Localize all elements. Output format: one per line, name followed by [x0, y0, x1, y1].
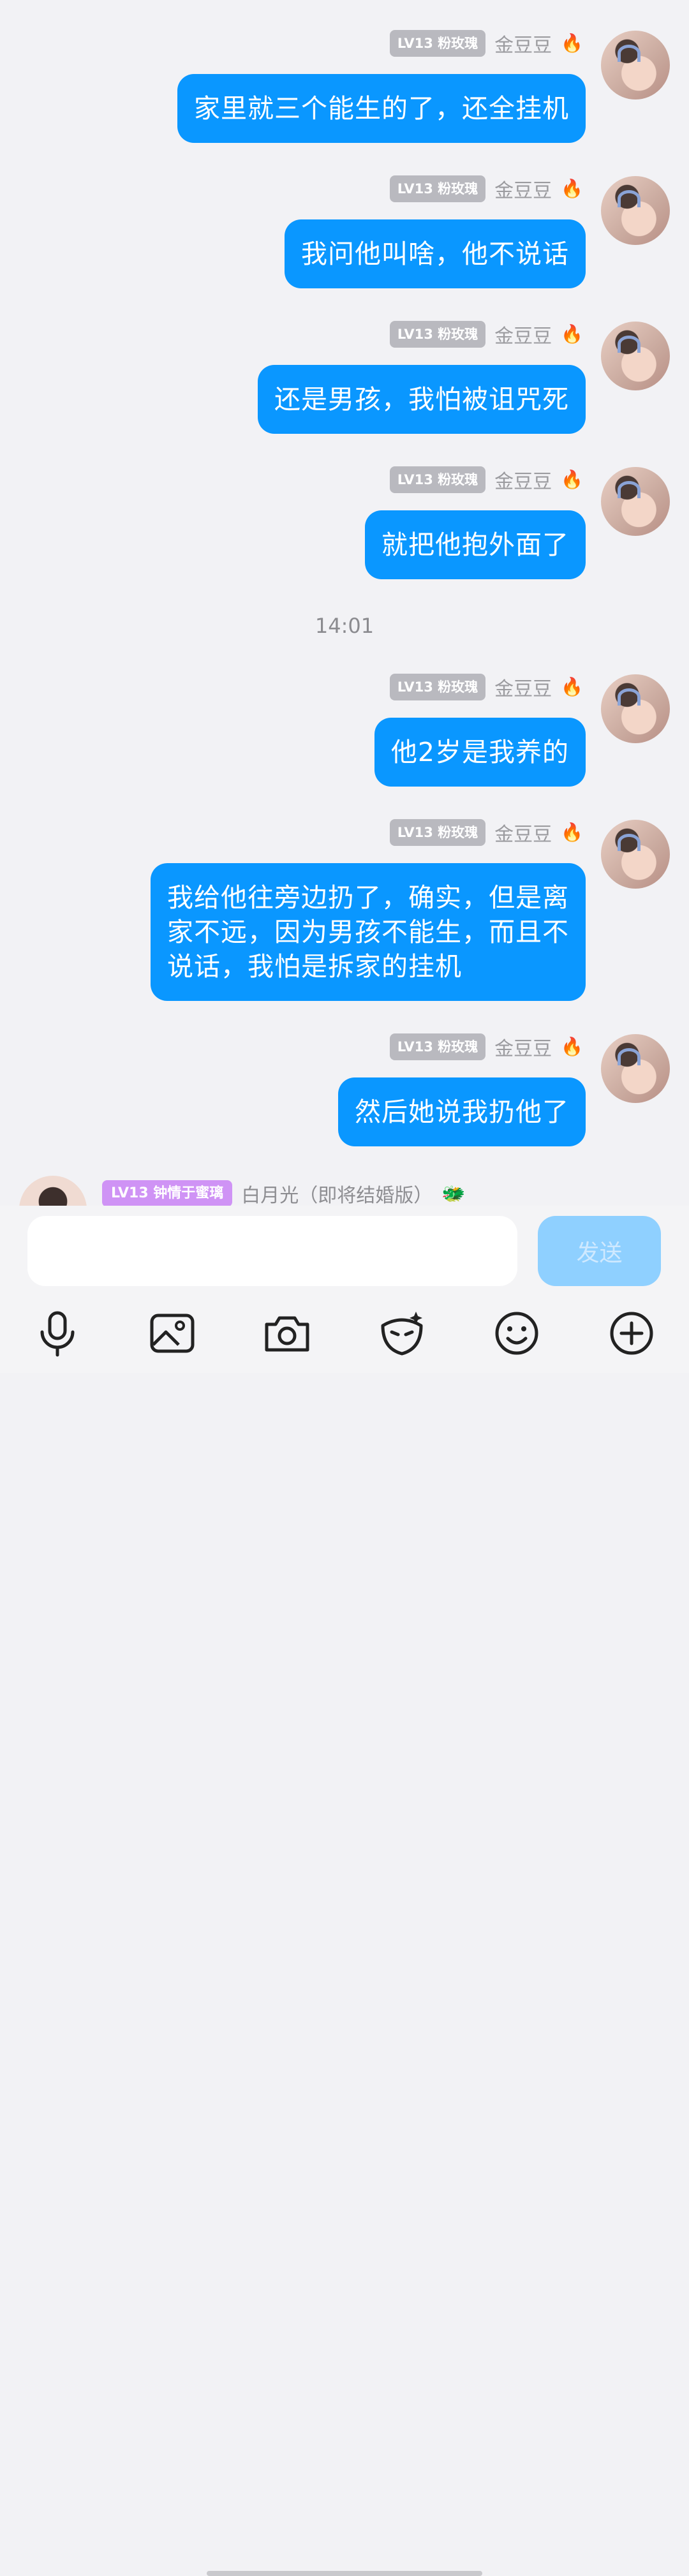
- message-bubble[interactable]: 家里就三个能生的了，还全挂机: [177, 74, 586, 143]
- avatar[interactable]: [601, 31, 670, 100]
- other-user-avatar[interactable]: [19, 1176, 87, 1206]
- level-badge: LV13 粉玫瑰: [389, 466, 486, 493]
- sticker-icon[interactable]: [376, 1308, 427, 1359]
- fire-icon: 🔥: [561, 323, 583, 344]
- message-line: 家不远，因为男孩不能生，而且不: [167, 917, 569, 947]
- level-badge: LV13 粉玫瑰: [389, 175, 486, 202]
- sender-name[interactable]: 金豆豆: [494, 818, 552, 847]
- level-badge: LV13 粉玫瑰: [389, 674, 486, 700]
- sender-name[interactable]: 金豆豆: [494, 29, 552, 57]
- message-meta: LV13 粉玫瑰 金豆豆 🔥: [389, 673, 583, 701]
- message-line: 他2岁是我养的: [390, 737, 569, 767]
- message-line: 就把他抱外面了: [382, 529, 569, 560]
- message-bubble[interactable]: 我问他叫啥，他不说话: [285, 219, 586, 288]
- other-user-meta: LV13 钟情于蜜璃 白月光（即将结婚版） 🐲: [102, 1180, 466, 1206]
- message-bubble[interactable]: 他2岁是我养的: [374, 718, 586, 787]
- dragon-icon: 🐲: [441, 1182, 466, 1205]
- message-bubble[interactable]: 还是男孩，我怕被诅咒死: [258, 365, 586, 434]
- avatar[interactable]: [601, 674, 670, 743]
- message-line: 我问他叫啥，他不说话: [301, 239, 569, 269]
- sender-name[interactable]: 白月光（即将结婚版）: [241, 1180, 433, 1206]
- fire-icon: 🔥: [561, 33, 583, 54]
- input-bar: 发送: [0, 1206, 689, 2576]
- plus-icon[interactable]: [606, 1308, 657, 1359]
- avatar[interactable]: [601, 467, 670, 536]
- fire-icon: 🔥: [561, 469, 583, 490]
- message-meta: LV13 粉玫瑰 金豆豆 🔥: [389, 175, 583, 203]
- level-badge: LV13 钟情于蜜璃: [102, 1180, 233, 1206]
- sender-name[interactable]: 金豆豆: [494, 175, 552, 203]
- message-meta: LV13 粉玫瑰 金豆豆 🔥: [389, 1033, 583, 1061]
- sender-name[interactable]: 金豆豆: [494, 673, 552, 701]
- avatar[interactable]: [601, 322, 670, 390]
- fire-icon: 🔥: [561, 178, 583, 199]
- image-icon[interactable]: [147, 1308, 198, 1359]
- message-meta: LV13 粉玫瑰 金豆豆 🔥: [389, 29, 583, 57]
- avatar[interactable]: [601, 820, 670, 889]
- message-line: 说话，我怕是拆家的挂机: [167, 951, 462, 982]
- level-badge: LV13 粉玫瑰: [389, 1033, 486, 1060]
- message-line: 家里就三个能生的了，还全挂机: [194, 93, 569, 124]
- message-meta: LV13 粉玫瑰 金豆豆 🔥: [389, 818, 583, 847]
- level-badge: LV13 粉玫瑰: [389, 819, 486, 846]
- message-input[interactable]: [27, 1216, 517, 1286]
- sender-name[interactable]: 金豆豆: [494, 1033, 552, 1061]
- message-meta: LV13 粉玫瑰 金豆豆 🔥: [389, 320, 583, 348]
- timestamp: 14:01: [315, 614, 374, 638]
- camera-icon[interactable]: [262, 1308, 313, 1359]
- fire-icon: 🔥: [561, 822, 583, 843]
- message-line: 还是男孩，我怕被诅咒死: [274, 384, 569, 415]
- mic-icon[interactable]: [32, 1308, 83, 1359]
- fire-icon: 🔥: [561, 676, 583, 697]
- chat-area[interactable]: LV13 粉玫瑰 金豆豆 🔥 家里就三个能生的了，还全挂机 LV13 粉玫瑰 金…: [0, 0, 689, 1206]
- send-button[interactable]: 发送: [538, 1216, 661, 1286]
- emoji-icon[interactable]: [491, 1308, 542, 1359]
- message-bubble[interactable]: 我给他往旁边扔了，确实，但是离 家不远，因为男孩不能生，而且不 说话，我怕是拆家…: [151, 863, 586, 1001]
- fire-icon: 🔥: [561, 1036, 583, 1057]
- home-indicator[interactable]: [207, 2571, 482, 2576]
- message-line: 然后她说我扔他了: [355, 1097, 569, 1127]
- avatar[interactable]: [601, 176, 670, 245]
- level-badge: LV13 粉玫瑰: [389, 321, 486, 348]
- avatar[interactable]: [601, 1034, 670, 1103]
- message-bubble[interactable]: 就把他抱外面了: [365, 510, 586, 579]
- level-badge: LV13 粉玫瑰: [389, 30, 486, 57]
- sender-name[interactable]: 金豆豆: [494, 320, 552, 348]
- message-line: 我给他往旁边扔了，确实，但是离: [167, 882, 569, 913]
- sender-name[interactable]: 金豆豆: [494, 466, 552, 494]
- message-meta: LV13 粉玫瑰 金豆豆 🔥: [389, 466, 583, 494]
- message-bubble[interactable]: 然后她说我扔他了: [338, 1077, 586, 1146]
